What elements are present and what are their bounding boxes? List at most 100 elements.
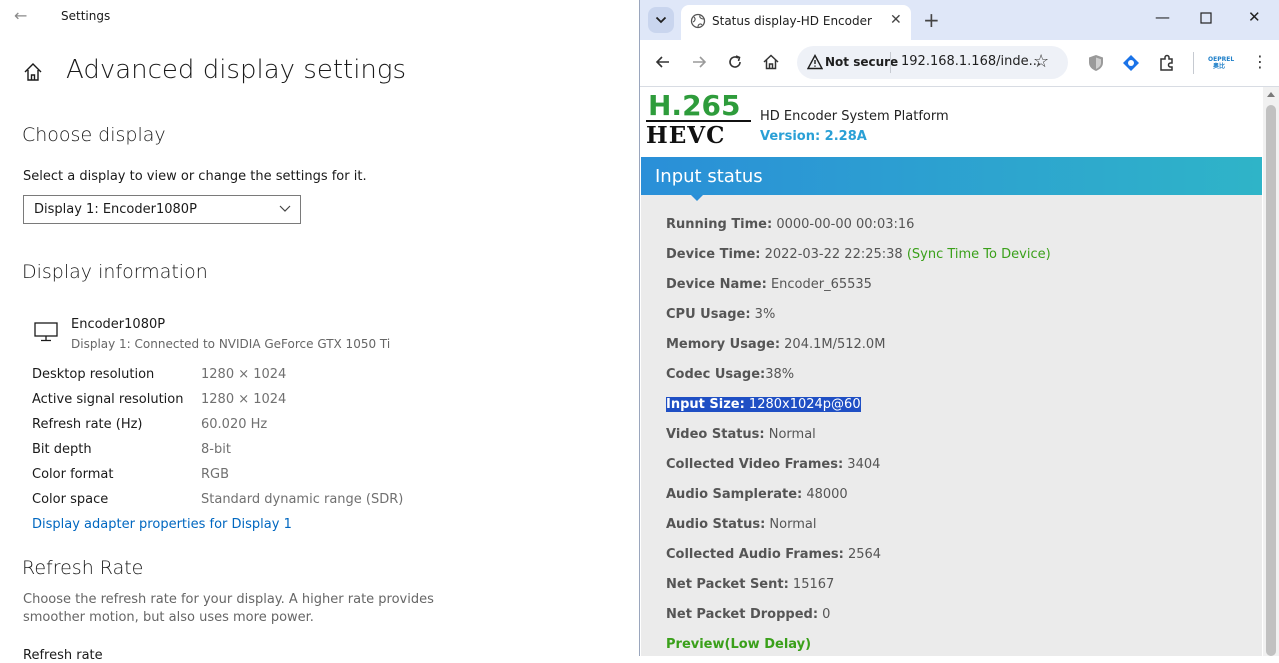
close-tab-icon[interactable]: ✕: [890, 12, 902, 28]
status-row-audio-status: Audio Status: Normal: [666, 517, 816, 532]
status-label: Video Status:: [666, 427, 765, 442]
h265-logo-text: H.265: [648, 89, 741, 122]
extensions-puzzle-icon[interactable]: [1157, 53, 1177, 73]
maximize-icon[interactable]: [1200, 10, 1212, 28]
status-value: 204.1M/512.0M: [780, 337, 886, 352]
info-row: Color format RGB: [32, 467, 592, 485]
translate-extension-icon[interactable]: [1121, 53, 1141, 73]
info-row: Active signal resolution 1280 × 1024: [32, 392, 592, 410]
status-value: 2022-03-22 22:25:38: [760, 247, 907, 262]
status-label: Net Packet Dropped:: [666, 607, 819, 622]
home-icon[interactable]: [761, 52, 781, 72]
info-value: 1280 × 1024: [201, 367, 287, 382]
url-text[interactable]: 192.168.1.168/inde...: [901, 54, 1041, 69]
status-value: 38%: [765, 367, 795, 382]
monitor-icon: [34, 322, 58, 342]
info-label: Desktop resolution: [32, 367, 155, 382]
status-row-device-name: Device Name: Encoder_65535: [666, 277, 872, 292]
browser-toolbar: Not secure 192.168.1.168/inde... ☆ OEPRE…: [640, 40, 1279, 87]
platform-version: Version: 2.28A: [760, 129, 867, 144]
status-row-cpu-usage: CPU Usage: 3%: [666, 307, 775, 322]
status-row-input-size: Input Size: 1280x1024p@60: [666, 397, 861, 412]
refresh-rate-description: Choose the refresh rate for your display…: [23, 592, 434, 625]
status-value: 3%: [750, 307, 776, 322]
status-row-device-time: Device Time: 2022-03-22 22:25:38 (Sync T…: [666, 247, 1051, 262]
info-value: Standard dynamic range (SDR): [201, 492, 404, 507]
header-notch: [691, 195, 703, 201]
status-label: Net Packet Sent:: [666, 577, 789, 592]
bookmark-star-icon[interactable]: ☆: [1033, 51, 1049, 72]
tab-title: Status display-HD Encoder: [712, 14, 872, 28]
status-label: Device Name:: [666, 277, 767, 292]
tab-search-button[interactable]: [648, 7, 674, 33]
home-icon[interactable]: [23, 62, 43, 82]
settings-app-title: Settings: [61, 9, 111, 23]
minimize-icon[interactable]: —: [1155, 8, 1170, 26]
page-scrollbar[interactable]: [1263, 87, 1279, 656]
page-title: Advanced display settings: [66, 55, 407, 85]
scrollbar-thumb[interactable]: [1266, 105, 1276, 656]
scroll-up-arrow-icon[interactable]: [1267, 92, 1275, 97]
refresh-rate-heading: Refresh Rate: [22, 557, 144, 579]
address-bar[interactable]: Not secure 192.168.1.168/inde... ☆: [797, 46, 1068, 79]
status-value: Normal: [764, 427, 816, 442]
new-tab-icon[interactable]: +: [923, 8, 940, 32]
display-select-dropdown[interactable]: Display 1: Encoder1080P: [23, 195, 301, 224]
reload-icon[interactable]: [725, 52, 745, 72]
info-label: Bit depth: [32, 442, 92, 457]
status-label: CPU Usage:: [666, 307, 751, 322]
status-row-running-time: Running Time: 0000-00-00 00:03:16: [666, 217, 914, 232]
status-value: 1280x1024p@60: [744, 397, 861, 412]
shield-icon[interactable]: [1086, 53, 1106, 73]
status-value: 0: [818, 607, 831, 622]
status-row-audio-frames: Collected Audio Frames: 2564: [666, 547, 881, 562]
chevron-down-icon: [279, 205, 291, 212]
security-label[interactable]: Not secure: [825, 55, 898, 69]
display-select-value: Display 1: Encoder1080P: [34, 202, 197, 217]
back-arrow-icon[interactable]: ←: [14, 6, 27, 25]
browser-window: Status display-HD Encoder ✕ + — ✕ Not se…: [639, 0, 1279, 656]
status-value: Normal: [765, 517, 817, 532]
browser-title-bar: Status display-HD Encoder ✕ + — ✕: [640, 0, 1279, 40]
choose-display-description: Select a display to view or change the s…: [23, 169, 367, 184]
info-label: Color format: [32, 467, 114, 482]
info-label: Active signal resolution: [32, 392, 184, 407]
info-value: 1280 × 1024: [201, 392, 287, 407]
info-row: Bit depth 8-bit: [32, 442, 592, 460]
chevron-down-icon: [655, 16, 667, 24]
input-status-panel: Input status Running Time: 0000-00-00 00…: [641, 157, 1262, 656]
forward-arrow-icon[interactable]: [689, 52, 709, 72]
divider: [890, 52, 891, 73]
close-window-icon[interactable]: ✕: [1248, 8, 1261, 26]
status-label: Input Size:: [666, 397, 745, 412]
globe-icon: [690, 13, 706, 29]
input-status-title: Input status: [655, 166, 763, 187]
preview-low-delay-link[interactable]: Preview(Low Delay): [666, 637, 811, 652]
status-row-memory-usage: Memory Usage: 204.1M/512.0M: [666, 337, 885, 352]
info-value: 60.020 Hz: [201, 417, 268, 432]
choose-display-heading: Choose display: [22, 124, 166, 146]
sync-time-link[interactable]: (Sync Time To Device): [907, 247, 1051, 262]
status-value: Encoder_65535: [766, 277, 872, 292]
status-label: Audio Status:: [666, 517, 766, 532]
extension-logo-icon[interactable]: OEPREL 奥比: [1208, 56, 1234, 70]
status-label: Device Time:: [666, 247, 761, 262]
back-arrow-icon[interactable]: [653, 52, 673, 72]
display-device-name: Encoder1080P: [71, 317, 166, 332]
status-row-packets-dropped: Net Packet Dropped: 0: [666, 607, 830, 622]
settings-title-bar: ← Settings: [0, 0, 640, 34]
info-value: 8-bit: [201, 442, 231, 457]
info-value: RGB: [201, 467, 230, 482]
info-row: Desktop resolution 1280 × 1024: [32, 367, 592, 385]
settings-window: ← Settings Advanced display settings Cho…: [0, 0, 640, 663]
status-label: Collected Video Frames:: [666, 457, 844, 472]
display-adapter-properties-link[interactable]: Display adapter properties for Display 1: [32, 517, 292, 532]
input-status-header: Input status: [641, 157, 1262, 195]
browser-tab-active[interactable]: Status display-HD Encoder ✕: [681, 5, 911, 40]
more-menu-icon[interactable]: ⋮: [1252, 52, 1268, 71]
status-row-codec-usage: Codec Usage:38%: [666, 367, 794, 382]
info-label: Color space: [32, 492, 109, 507]
status-label: Audio Samplerate:: [666, 487, 803, 502]
status-value: 48000: [802, 487, 848, 502]
hevc-logo-text: HEVC: [646, 122, 726, 149]
